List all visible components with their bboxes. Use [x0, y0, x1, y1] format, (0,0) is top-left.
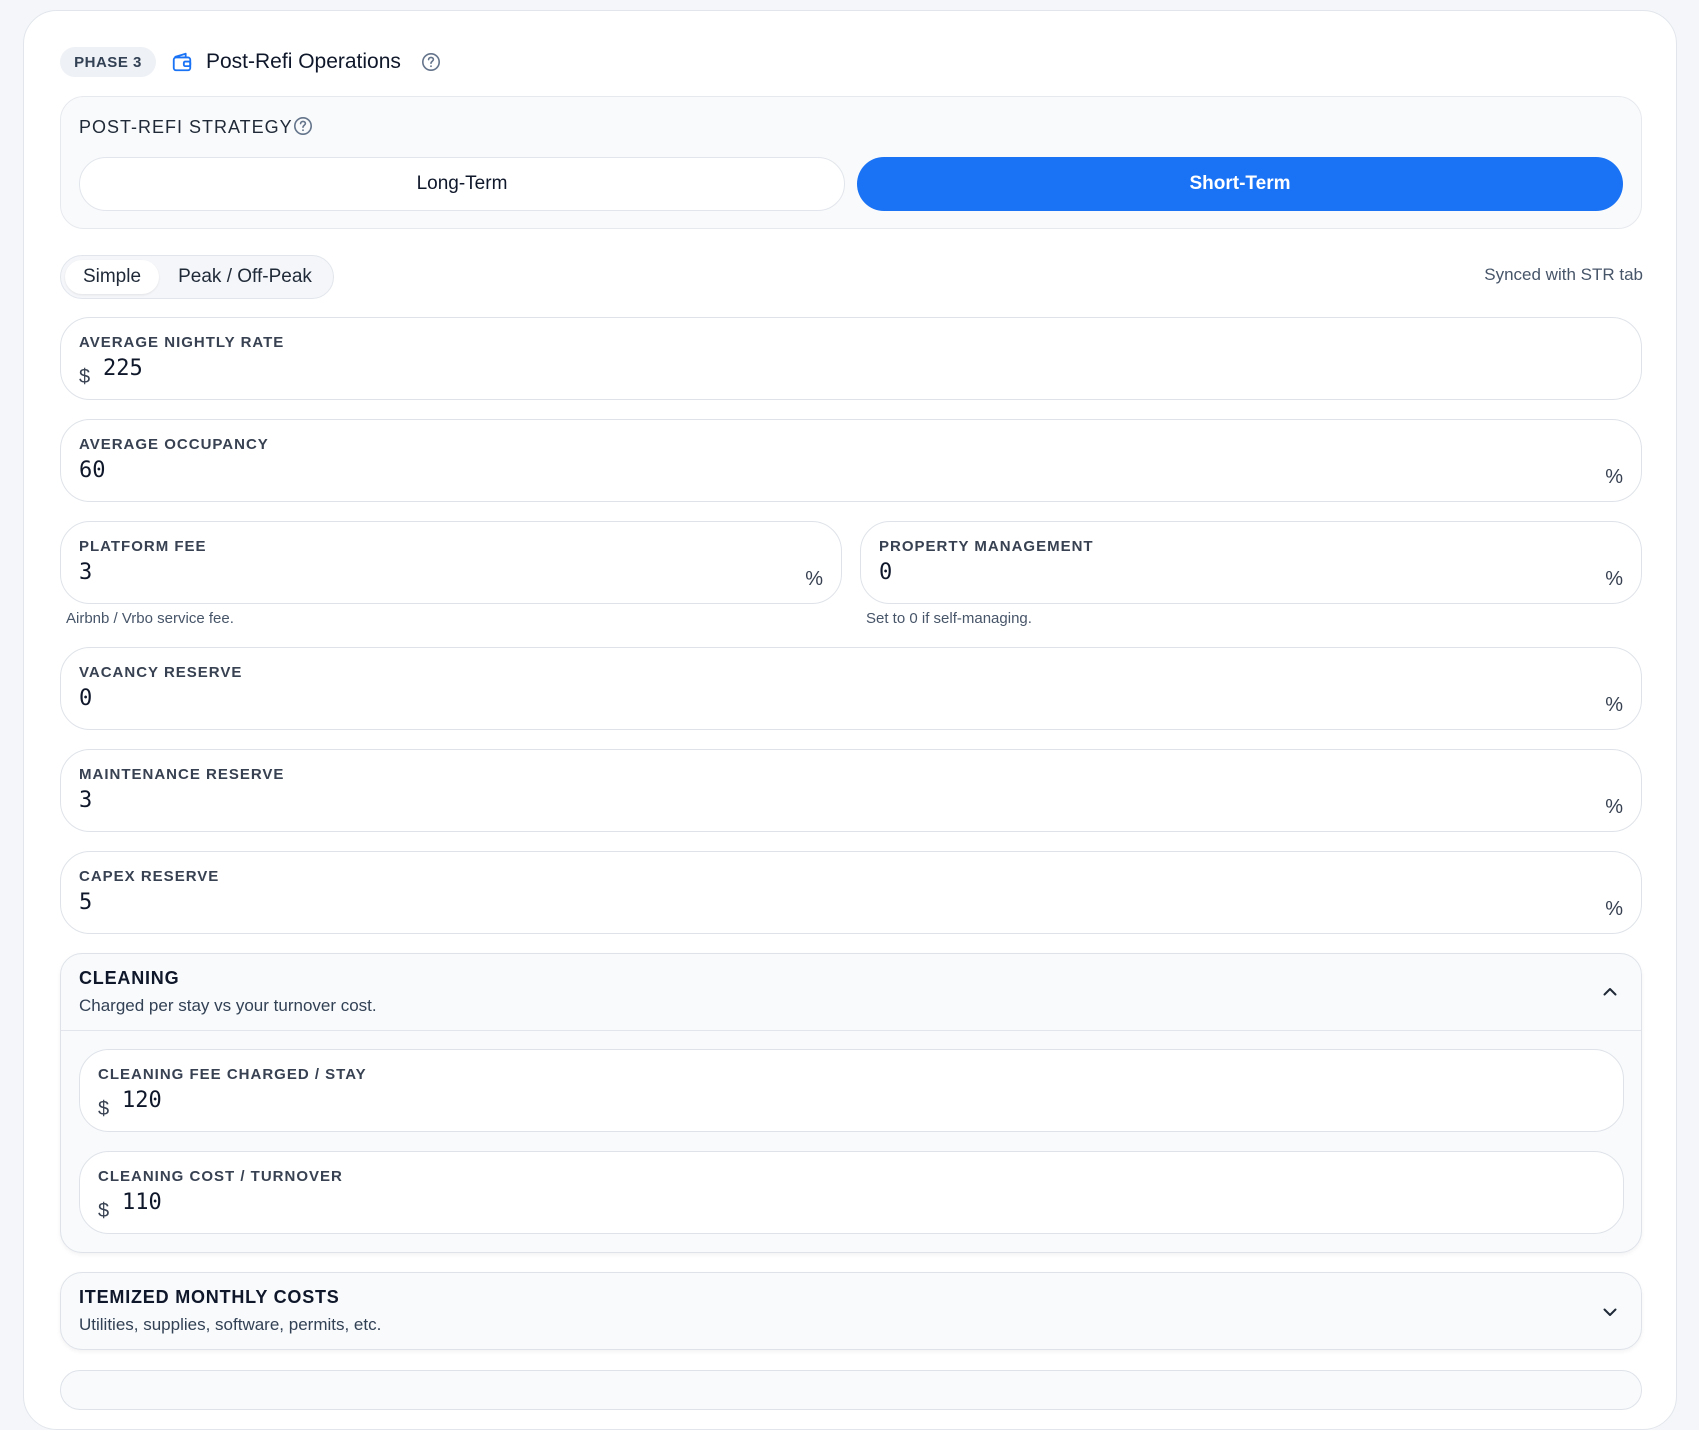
percent-suffix: %: [1605, 694, 1623, 716]
next-section-edge: [60, 1370, 1642, 1410]
property-management-field[interactable]: PROPERTY MANAGEMENT 0 %: [860, 521, 1642, 604]
field-label: VACANCY RESERVE: [79, 664, 243, 681]
cleaning-cost-input[interactable]: 110: [122, 1190, 1356, 1215]
itemized-costs-title: ITEMIZED MONTHLY COSTS: [79, 1287, 340, 1307]
simple-mode-button[interactable]: Simple: [65, 260, 159, 294]
currency-prefix: $: [98, 1200, 110, 1222]
vacancy-reserve-field[interactable]: VACANCY RESERVE 0 %: [60, 647, 1642, 730]
cleaning-fee-input[interactable]: 120: [122, 1088, 1356, 1113]
mode-toggle: Simple Peak / Off-Peak: [60, 255, 334, 299]
field-label: PLATFORM FEE: [79, 538, 207, 555]
field-label: PROPERTY MANAGEMENT: [879, 538, 1094, 555]
maintenance-reserve-field[interactable]: MAINTENANCE RESERVE 3 %: [60, 749, 1642, 832]
section-title: Post-Refi Operations: [206, 50, 401, 73]
divider: [61, 1030, 1641, 1031]
percent-suffix: %: [1605, 796, 1623, 818]
percent-suffix: %: [1605, 466, 1623, 488]
cleaning-section: CLEANING Charged per stay vs your turnov…: [60, 953, 1642, 1253]
synced-note: Synced with STR tab: [1484, 265, 1643, 284]
percent-suffix: %: [1605, 898, 1623, 920]
currency-prefix: $: [98, 1098, 110, 1120]
cleaning-cost-field[interactable]: CLEANING COST / TURNOVER $ 110: [79, 1151, 1624, 1234]
occupancy-field[interactable]: AVERAGE OCCUPANCY 60 %: [60, 419, 1642, 502]
cleaning-fee-field[interactable]: CLEANING FEE CHARGED / STAY $ 120: [79, 1049, 1624, 1132]
field-label: AVERAGE OCCUPANCY: [79, 436, 269, 453]
field-label: CLEANING FEE CHARGED / STAY: [98, 1066, 367, 1083]
short-term-button[interactable]: Short-Term: [857, 157, 1623, 211]
field-label: MAINTENANCE RESERVE: [79, 766, 285, 783]
chevron-up-icon[interactable]: [1601, 983, 1619, 1001]
cleaning-title: CLEANING: [79, 968, 180, 988]
platform-fee-input[interactable]: 3: [79, 560, 703, 585]
maintenance-reserve-input[interactable]: 3: [79, 788, 1343, 813]
capex-reserve-field[interactable]: CAPEX RESERVE 5 %: [60, 851, 1642, 934]
phase-badge: PHASE 3: [60, 47, 156, 77]
itemized-costs-subtitle: Utilities, supplies, software, permits, …: [79, 1315, 382, 1334]
field-label: CAPEX RESERVE: [79, 868, 220, 885]
vacancy-reserve-input[interactable]: 0: [79, 686, 1343, 711]
question-circle-icon[interactable]: [293, 116, 313, 136]
cleaning-subtitle: Charged per stay vs your turnover cost.: [79, 996, 377, 1015]
field-label: CLEANING COST / TURNOVER: [98, 1168, 343, 1185]
percent-suffix: %: [805, 568, 823, 590]
field-label: AVERAGE NIGHTLY RATE: [79, 334, 285, 351]
itemized-costs-section[interactable]: ITEMIZED MONTHLY COSTS Utilities, suppli…: [60, 1272, 1642, 1350]
nightly-rate-input[interactable]: 225: [103, 356, 1367, 381]
percent-suffix: %: [1605, 568, 1623, 590]
platform-fee-hint: Airbnb / Vrbo service fee.: [66, 610, 234, 627]
question-circle-icon[interactable]: [421, 52, 441, 72]
currency-prefix: $: [79, 366, 91, 388]
nightly-rate-field[interactable]: AVERAGE NIGHTLY RATE $ 225: [60, 317, 1642, 400]
peak-offpeak-mode-button[interactable]: Peak / Off-Peak: [163, 260, 327, 294]
chevron-down-icon[interactable]: [1601, 1303, 1619, 1321]
strategy-label: POST-REFI STRATEGY: [79, 117, 293, 137]
property-management-hint: Set to 0 if self-managing.: [866, 610, 1032, 627]
platform-fee-field[interactable]: PLATFORM FEE 3 %: [60, 521, 842, 604]
wallet-icon: [172, 52, 192, 72]
property-management-input[interactable]: 0: [879, 560, 1503, 585]
capex-reserve-input[interactable]: 5: [79, 890, 1343, 915]
long-term-button[interactable]: Long-Term: [79, 157, 845, 211]
occupancy-input[interactable]: 60: [79, 458, 1343, 483]
